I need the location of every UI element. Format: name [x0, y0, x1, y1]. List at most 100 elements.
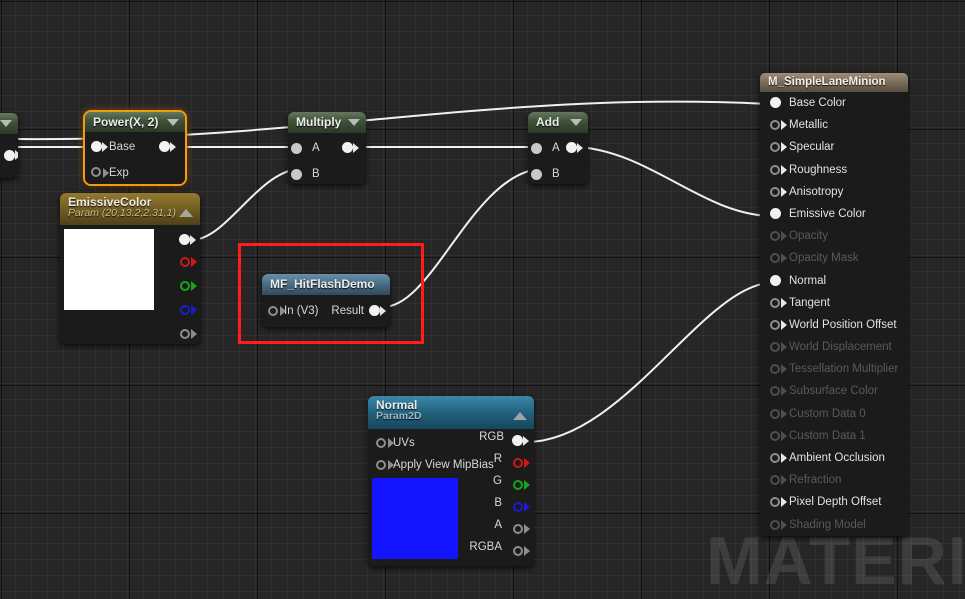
material-input-pin[interactable] [770, 231, 780, 242]
node-add-header[interactable]: Add [528, 112, 588, 133]
input-pin-exp[interactable] [91, 167, 101, 177]
input-pin-uvs[interactable] [376, 438, 386, 448]
node-power-input-exp[interactable]: Exp [85, 162, 185, 184]
output-label-a: A [494, 519, 502, 531]
node-add-input-b[interactable]: B [528, 163, 588, 184]
node-power-header[interactable]: Power(X, 2) [85, 112, 185, 132]
chevron-up-icon[interactable] [179, 209, 193, 217]
material-input-pin[interactable] [770, 430, 780, 441]
material-input-pin[interactable] [770, 319, 780, 330]
color-swatch-preview[interactable] [64, 229, 154, 310]
output-pin-a[interactable] [180, 329, 190, 339]
node-mf-hitflashdemo[interactable]: MF_HitFlashDemo In (V3) Result [262, 274, 390, 327]
node-multiply[interactable]: Multiply A B [288, 112, 366, 184]
material-pin-row[interactable]: Tangent [760, 292, 908, 314]
material-pin-row[interactable]: Subsurface Color [760, 380, 908, 402]
input-pin-base[interactable] [91, 141, 102, 152]
output-pin-r[interactable] [180, 257, 190, 267]
material-pin-row[interactable]: Custom Data 0 [760, 403, 908, 425]
node-power-input-base[interactable]: Base [85, 136, 185, 158]
material-pin-row[interactable]: Metallic [760, 114, 908, 136]
material-pin-row[interactable]: Roughness [760, 159, 908, 181]
material-pin-row[interactable]: Opacity Mask [760, 247, 908, 269]
material-input-pin[interactable] [770, 453, 780, 463]
node-add-input-a[interactable]: A [528, 137, 588, 159]
output-pin-rgba[interactable] [513, 546, 523, 556]
node-power[interactable]: Power(X, 2) Base Exp [83, 110, 187, 186]
output-pin-a[interactable] [513, 524, 523, 534]
input-pin-b[interactable] [531, 169, 542, 180]
material-input-pin[interactable] [770, 253, 780, 264]
output-pin[interactable] [342, 142, 353, 153]
output-pin-result[interactable] [369, 305, 380, 316]
material-input-pin[interactable] [770, 497, 780, 508]
output-pin[interactable] [566, 142, 577, 153]
material-input-pin[interactable] [770, 120, 780, 131]
material-input-pin[interactable] [770, 97, 781, 108]
material-graph-canvas[interactable]: MATERIA Power(X, 2) [0, 0, 965, 599]
chevron-down-icon[interactable] [570, 119, 582, 126]
input-pin-a[interactable] [291, 143, 302, 154]
output-pin-b[interactable] [513, 502, 523, 512]
material-pin-row[interactable]: Shading Model [760, 514, 908, 536]
material-input-pin[interactable] [770, 408, 780, 419]
material-pin-row[interactable]: Refraction [760, 469, 908, 491]
node-offscreen-left[interactable] [0, 113, 18, 178]
output-pin-b[interactable] [180, 305, 190, 315]
material-pin-row[interactable]: Opacity [760, 225, 908, 247]
material-pin-row[interactable]: Emissive Color [760, 203, 908, 225]
output-pin[interactable] [4, 150, 15, 161]
material-pin-row[interactable]: Pixel Depth Offset [760, 491, 908, 513]
material-pin-row[interactable]: World Position Offset [760, 314, 908, 336]
chevron-down-icon[interactable] [348, 119, 360, 126]
material-pin-row[interactable]: Specular [760, 136, 908, 158]
node-material-output[interactable]: M_SimpleLaneMinion Base Color Metallic Spe… [760, 73, 908, 536]
node-normal-header[interactable]: Normal Param2D [368, 396, 534, 429]
texture-preview-swatch[interactable] [372, 478, 458, 559]
node-multiply-header[interactable]: Multiply [288, 112, 366, 133]
node-normal-texture-param[interactable]: Normal Param2D UVs Apply View MipBias RG… [368, 396, 534, 566]
input-pin-b[interactable] [291, 169, 302, 180]
material-pin-row[interactable]: Anisotropy [760, 181, 908, 203]
material-input-pin[interactable] [770, 207, 781, 219]
node-mf-input-row[interactable]: In (V3) Result [262, 300, 390, 322]
output-pin[interactable] [159, 141, 170, 152]
chevron-down-icon[interactable] [0, 120, 12, 127]
node-header[interactable] [0, 113, 18, 134]
output-pin-rgb[interactable] [512, 435, 523, 446]
node-mf-header[interactable]: MF_HitFlashDemo [262, 274, 390, 295]
material-input-pin[interactable] [770, 164, 780, 175]
material-input-pin[interactable] [770, 342, 780, 353]
chevron-up-icon[interactable] [513, 412, 527, 420]
material-pin-row[interactable]: World Displacement [760, 336, 908, 358]
node-material-header[interactable]: M_SimpleLaneMinion [760, 73, 908, 92]
input-pin-mipbias[interactable] [376, 460, 386, 470]
output-pin-rgb[interactable] [179, 234, 190, 245]
material-pin-row[interactable]: Base Color [760, 92, 908, 114]
input-pin-in[interactable] [268, 306, 278, 316]
output-pin-g[interactable] [513, 480, 523, 490]
node-add[interactable]: Add A B [528, 112, 588, 184]
material-input-pin[interactable] [770, 297, 780, 308]
material-pin-row[interactable]: Tessellation Multiplier [760, 358, 908, 380]
material-input-pin[interactable] [770, 386, 780, 397]
node-multiply-input-b[interactable]: B [288, 163, 366, 184]
material-input-pin[interactable] [770, 364, 780, 375]
node-emissive-header[interactable]: EmissiveColor Param (20,13.2,2.31,1) [60, 193, 200, 225]
material-input-pin[interactable] [770, 519, 780, 530]
output-pin-g[interactable] [180, 281, 190, 291]
output-pin-r[interactable] [513, 458, 523, 468]
input-pin-a[interactable] [531, 143, 542, 154]
chevron-down-icon[interactable] [167, 119, 179, 126]
material-input-pin[interactable] [770, 186, 780, 197]
material-input-pin[interactable] [770, 475, 780, 486]
material-input-pin[interactable] [770, 142, 780, 153]
node-multiply-input-a[interactable]: A [288, 137, 366, 159]
material-pin-row[interactable]: Custom Data 1 [760, 425, 908, 447]
node-normal-input-mipbias[interactable]: Apply View MipBias [368, 454, 494, 476]
material-input-pin[interactable] [770, 274, 781, 286]
material-pin-row[interactable]: Ambient Occlusion [760, 447, 908, 469]
material-pin-row[interactable]: Normal [760, 270, 908, 292]
node-normal-input-uvs[interactable]: UVs [368, 432, 415, 454]
node-emissive-color[interactable]: EmissiveColor Param (20,13.2,2.31,1) [60, 193, 200, 344]
